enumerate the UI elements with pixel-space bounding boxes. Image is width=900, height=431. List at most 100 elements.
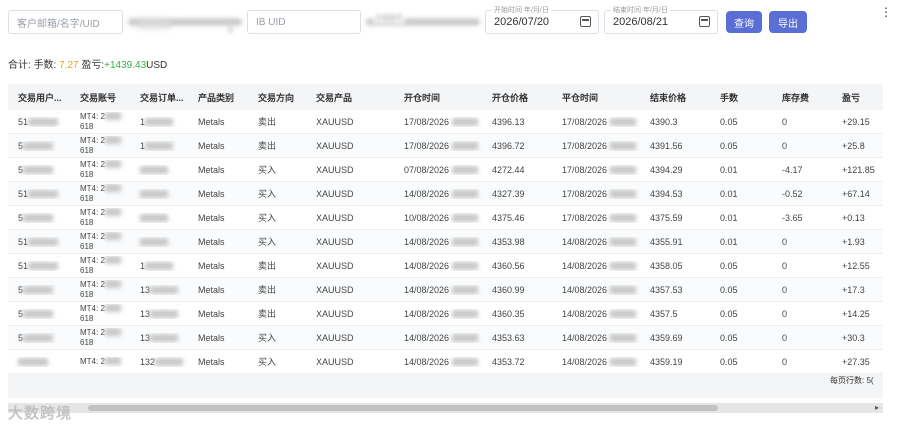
cell-close_p: 4355.91 bbox=[650, 236, 683, 247]
table-row[interactable]: 51 MT4: 2 618 1 Metals 卖出 XAUUSD 14/08/2026 436… bbox=[8, 254, 883, 278]
cell-account: MT4: 2 618 bbox=[70, 112, 130, 132]
cell-open_p: 4272.44 bbox=[492, 164, 525, 175]
table-row[interactable]: 51 MT4: 2 618 Metals 买入 XAUUSD 14/08/2026 4353… bbox=[8, 230, 883, 254]
horizontal-scrollbar[interactable]: ▸ bbox=[8, 403, 883, 413]
cell-open_t: 10/08/2026 bbox=[394, 213, 482, 223]
currency: USD bbox=[146, 60, 168, 71]
ib-uid-input[interactable]: IB UID bbox=[247, 10, 361, 34]
end-date-field[interactable]: 结束时间 年/月/日 2026/08/21 bbox=[604, 5, 718, 34]
col-header[interactable]: 交易订单... bbox=[130, 91, 188, 104]
cell-dir: 卖出 bbox=[258, 285, 277, 295]
end-date-label: 结束时间 年/月/日 bbox=[611, 5, 670, 15]
cell-text: 14/08/2026 bbox=[562, 332, 608, 343]
scroll-right-icon[interactable]: ▸ bbox=[875, 403, 879, 412]
cell-order: 1 bbox=[130, 261, 188, 271]
scrollbar-thumb[interactable] bbox=[88, 405, 718, 411]
cell-text: 17/08/2026 bbox=[562, 140, 608, 151]
lots-value: 7.27 bbox=[59, 60, 79, 71]
cell-cat: Metals bbox=[198, 284, 225, 295]
cell-cat: Metals bbox=[198, 140, 225, 151]
cell-text: 132 bbox=[140, 356, 156, 367]
cell-account: MT4: 2 bbox=[70, 357, 130, 367]
col-header[interactable]: 结束价格 bbox=[640, 91, 710, 104]
cell-close_p: 4359.19 bbox=[650, 356, 683, 367]
col-header[interactable]: 开仓价格 bbox=[482, 91, 552, 104]
cell-lots: 0.05 bbox=[720, 284, 738, 295]
cell-text: 14/08/2026 bbox=[562, 284, 608, 295]
cell-dir: 买入 bbox=[258, 237, 277, 247]
platform-select[interactable]: ≡ bbox=[128, 18, 242, 35]
cell-cat: Metals bbox=[198, 236, 225, 247]
pnl-label: 盈亏: bbox=[81, 60, 105, 71]
account-line: 618 bbox=[80, 337, 94, 347]
account-field[interactable]: 交易账号 bbox=[366, 13, 480, 26]
cell-text: 51 bbox=[18, 236, 29, 247]
cell-order bbox=[130, 165, 188, 175]
cell-prod: XAUUSD bbox=[316, 116, 354, 127]
col-header[interactable]: 开仓时间 bbox=[394, 91, 482, 104]
cell-cat: Metals bbox=[198, 116, 225, 127]
col-header[interactable]: 交易用户... bbox=[8, 91, 70, 104]
account-line: MT4: 2 bbox=[80, 231, 105, 241]
email-placeholder: 客户邮箱/名字/UID bbox=[17, 18, 100, 30]
end-date-value: 2026/08/21 bbox=[613, 16, 669, 28]
cell-account: MT4: 2 618 bbox=[70, 232, 130, 252]
export-button[interactable]: 导出 bbox=[769, 11, 807, 33]
cell-account: MT4: 2 618 bbox=[70, 136, 130, 156]
table-row[interactable]: 51 MT4: 2 618 1 Metals 卖出 XAUUSD 17/08/2026 439… bbox=[8, 110, 883, 134]
cell-user: 51 bbox=[8, 237, 70, 247]
cell-text: 17/08/2026 bbox=[562, 164, 608, 175]
col-header[interactable]: 交易产品 bbox=[306, 91, 394, 104]
account-line: 618 bbox=[80, 169, 94, 179]
table-row[interactable]: 5 MT4: 2 618 13 Metals 买入 XAUUSD 14/08/2026 435… bbox=[8, 326, 883, 350]
table-row[interactable]: 5 MT4: 2 618 Metals 买入 XAUUSD 10/08/2026 4375.… bbox=[8, 206, 883, 230]
col-header[interactable]: 产品类别 bbox=[188, 91, 248, 104]
cell-open_t: 14/08/2026 bbox=[394, 189, 482, 199]
cell-account: MT4: 2 618 bbox=[70, 256, 130, 276]
account-line: MT4: 2 bbox=[80, 159, 105, 169]
cell-swap: 0 bbox=[782, 236, 788, 247]
table-row[interactable]: 5 MT4: 2 618 13 Metals 卖出 XAUUSD 14/08/2026 436… bbox=[8, 302, 883, 326]
col-header[interactable]: 盈亏 bbox=[832, 91, 883, 104]
email-search-input[interactable]: 客户邮箱/名字/UID bbox=[8, 10, 123, 34]
table-row[interactable]: 5 MT4: 2 618 Metals 买入 XAUUSD 07/08/2026 4272.… bbox=[8, 158, 883, 182]
start-date-field[interactable]: 开始时间 年/月/日 2026/07/20 bbox=[485, 5, 599, 34]
query-button[interactable]: 查询 bbox=[726, 11, 762, 33]
cell-text: 14/08/2026 bbox=[562, 308, 608, 319]
cell-text: 17/08/2026 bbox=[404, 140, 450, 151]
cell-user: 5 bbox=[8, 285, 70, 295]
cell-dir: 买入 bbox=[258, 333, 277, 343]
per-page-select[interactable]: 5( bbox=[866, 376, 873, 385]
calendar-icon[interactable] bbox=[580, 16, 591, 27]
cell-user bbox=[8, 357, 70, 367]
cell-text: 13 bbox=[140, 332, 151, 343]
page: 客户邮箱/名字/UID ≡ IB UID 交易账号 开始时间 年/月/日 2026… bbox=[0, 0, 900, 431]
col-header[interactable]: 交易方向 bbox=[248, 91, 306, 104]
cell-text: 17/08/2026 bbox=[562, 212, 608, 223]
cell-text: 14/08/2026 bbox=[404, 332, 450, 343]
col-header[interactable]: 库存费 bbox=[772, 91, 832, 104]
col-header[interactable]: 平仓时间 bbox=[552, 91, 640, 104]
cell-user: 51 bbox=[8, 261, 70, 271]
col-header[interactable]: 手数 bbox=[710, 91, 772, 104]
col-header[interactable]: 交易账号 bbox=[70, 91, 130, 104]
cell-dir: 卖出 bbox=[258, 261, 277, 271]
table-row[interactable]: 5 MT4: 2 618 1 Metals 卖出 XAUUSD 17/08/2026 4396… bbox=[8, 134, 883, 158]
cell-swap: 0 bbox=[782, 308, 788, 319]
account-line: MT4: 2 bbox=[80, 255, 105, 265]
cell-text: 14/08/2026 bbox=[562, 356, 608, 367]
cell-text: 10/08/2026 bbox=[404, 212, 450, 223]
cell-lots: 0.05 bbox=[720, 308, 738, 319]
cell-order: 1 bbox=[130, 117, 188, 127]
cell-swap: 0 bbox=[782, 116, 788, 127]
table-row[interactable]: MT4: 2 132 Metals 买入 XAUUSD 14/08/2026 4353.7… bbox=[8, 350, 883, 374]
more-vertical-icon[interactable]: ⋮ bbox=[880, 6, 892, 18]
cell-user: 5 bbox=[8, 165, 70, 175]
account-line: 618 bbox=[80, 289, 94, 299]
table-row[interactable]: 51 MT4: 2 618 Metals 买入 XAUUSD 14/08/2026 4327… bbox=[8, 182, 883, 206]
calendar-icon[interactable] bbox=[699, 16, 710, 27]
cell-prod: XAUUSD bbox=[316, 284, 354, 295]
table-row[interactable]: 5 MT4: 2 618 13 Metals 卖出 XAUUSD 14/08/2026 436… bbox=[8, 278, 883, 302]
cell-open_p: 4353.98 bbox=[492, 236, 525, 247]
cell-close_p: 4359.69 bbox=[650, 332, 683, 343]
